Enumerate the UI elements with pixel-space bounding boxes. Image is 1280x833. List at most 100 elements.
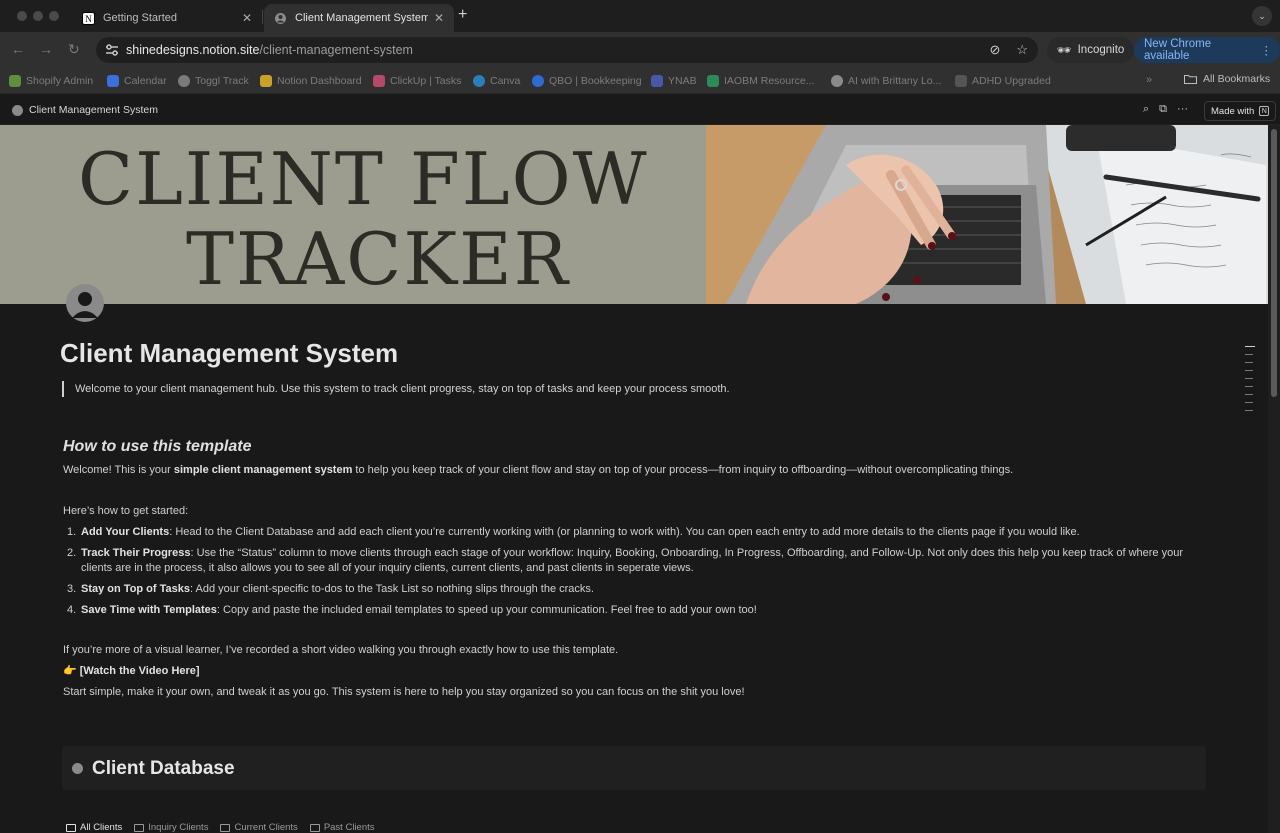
database-title[interactable]: Client Database [92,758,235,780]
notion-logo-icon: N [1259,106,1270,116]
bookmark-label: Shopify Admin [26,75,94,87]
all-bookmarks-label: All Bookmarks [1203,73,1271,85]
bookmark-iaobm-resource[interactable]: IAOBM Resource... [707,73,814,89]
new-tab-icon[interactable]: + [458,6,467,24]
bookmark-ynab[interactable]: YNAB [651,73,697,89]
welcome-quote: Welcome to your client management hub. U… [62,381,730,397]
tab-getting-started[interactable]: N Getting Started ✕ [72,4,262,32]
scrollbar-thumb[interactable] [1271,129,1277,397]
bookmark-adhd-upgraded[interactable]: ADHD Upgraded [955,73,1051,89]
canva-icon [473,75,485,87]
made-with-notion-button[interactable]: Made with N [1204,101,1277,121]
back-icon[interactable]: ← [11,41,25,57]
minimize-window-button[interactable] [33,11,43,21]
table-icon [66,823,76,832]
tab-title: Client Management System [295,12,428,24]
view-tab-all-clients[interactable]: All Clients [66,822,122,833]
calendar-icon [107,75,119,87]
shopify-icon [9,75,21,87]
address-bar[interactable]: shinedesigns.notion.site/client-manageme… [96,37,1038,63]
bookmark-ai-with-brittany[interactable]: AI with Brittany Lo... [831,73,941,89]
folder-icon [1184,75,1197,84]
bookmark-toggl-track[interactable]: Toggl Track [178,73,249,89]
all-bookmarks-button[interactable]: All Bookmarks [1184,73,1270,85]
bookmark-clickup-tasks[interactable]: ClickUp | Tasks [373,73,461,89]
person-icon [72,292,98,318]
url-path: /client-management-system [259,43,413,57]
more-options-icon[interactable]: ··· [1177,103,1188,116]
zoom-window-button[interactable] [49,11,59,21]
tab-separator [262,10,263,24]
bookmark-label: QBO | Bookkeeping [549,75,642,87]
page-scrollbar[interactable] [1268,125,1280,833]
cover-title-line-2: TRACKER [186,217,570,301]
database-avatar-icon [72,763,83,774]
bookmark-label: Calendar [124,75,167,87]
get-started-text: Here’s how to get started: [63,505,189,517]
table-icon [134,823,145,832]
close-tab-icon[interactable]: ✕ [242,11,252,25]
tab-search-icon[interactable]: ⌄ [1252,6,1272,26]
bookmark-label: ClickUp | Tasks [390,75,462,87]
close-window-button[interactable] [17,11,27,21]
qbo-icon [532,75,544,87]
update-label: New Chrome available [1144,38,1212,62]
bookmark-label: ADHD Upgraded [972,75,1051,87]
bookmark-notion-dashboard[interactable]: Notion Dashboard [260,73,362,89]
clickup-icon [373,75,385,87]
bookmark-label: AI with Brittany Lo... [848,75,942,87]
url-text: shinedesigns.notion.site/client-manageme… [126,43,413,57]
bookmark-shopify-admin[interactable]: Shopify Admin [9,73,93,89]
view-tab-inquiry-clients[interactable]: Inquiry Clients [134,822,208,833]
more-bookmarks-icon[interactable]: » [1146,74,1152,86]
table-icon [220,823,231,832]
toggl-icon [178,75,190,87]
bookmark-calendar[interactable]: Calendar [107,73,167,89]
adhd-icon [955,75,967,87]
bookmark-canva[interactable]: Canva [473,73,520,89]
view-tab-current-clients[interactable]: Current Clients [220,822,298,833]
database-view-tabs: All Clients Inquiry Clients Current Clie… [66,822,375,833]
ynab-icon [651,75,663,87]
page-icon-avatar[interactable] [66,284,104,322]
video-link-row[interactable]: 👉 [Watch the Video Here] [63,664,200,679]
list-item: 4. Save Time with Templates: Copy and pas… [67,604,757,616]
eye-off-icon[interactable]: ⊘ [989,42,1000,58]
incognito-icon: 🕶 [1057,45,1072,57]
bookmarks-bar: Shopify Admin Calendar Toggl Track Notio… [0,68,1280,94]
page-title: Client Management System [60,338,399,368]
reload-icon[interactable]: ↻ [68,41,80,58]
sparkle-icon [260,75,272,87]
globe-icon [275,12,286,24]
avatar-icon [831,75,843,87]
table-of-contents-minimap[interactable] [1245,346,1255,418]
watch-video-link[interactable]: [Watch the Video Here] [80,665,200,677]
howto-heading: How to use this template [63,438,252,455]
bookmark-star-icon[interactable]: ☆ [1016,42,1028,58]
bookmark-label: Toggl Track [195,75,249,87]
breadcrumb[interactable]: Client Management System [12,104,158,116]
list-item: 3. Stay on Top of Tasks: Add your client-… [67,583,594,595]
view-tab-past-clients[interactable]: Past Clients [309,822,375,833]
site-settings-icon[interactable] [104,43,120,57]
browser-toolbar: ← → ↻ shinedesigns.notion.site/client-ma… [0,32,1280,68]
incognito-badge[interactable]: 🕶 Incognito [1047,37,1135,63]
update-chrome-button[interactable]: New Chrome available ⋮ [1134,37,1280,63]
intro-bold: simple client management system [173,464,353,476]
bookmark-label: Canva [490,75,521,87]
tab-client-management-system[interactable]: Client Management System ✕ [264,4,454,32]
pointing-hand-icon: 👉 [63,665,77,677]
search-icon[interactable]: ⌕ [1143,103,1149,116]
kebab-menu-icon[interactable]: ⋮ [1261,43,1273,57]
intro-paragraph: Welcome! This is your simple client mana… [63,464,1014,476]
cover-photo-laptop-hands [706,125,1268,304]
close-tab-icon[interactable]: ✕ [434,11,444,25]
incognito-label: Incognito [1077,44,1125,56]
notion-topbar: Client Management System ⌕ ⧉ ··· Made wi… [0,97,1280,125]
tab-strip: N Getting Started ✕ Client Management Sy… [0,0,1280,32]
duplicate-icon[interactable]: ⧉ [1159,103,1167,116]
page-avatar-icon [12,104,23,116]
forward-icon[interactable]: → [39,41,53,57]
bookmark-qbo-bookkeeping[interactable]: QBO | Bookkeeping [532,73,642,89]
list-item: 1. Add Your Clients: Head to the Client D… [67,526,1080,538]
